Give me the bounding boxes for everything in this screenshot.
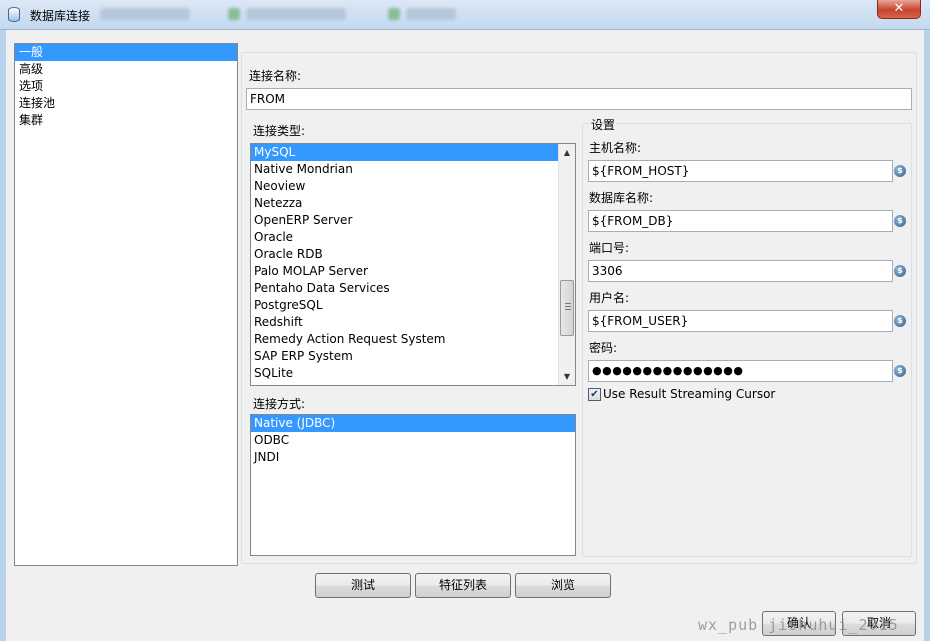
database-icon xyxy=(8,7,20,22)
list-item[interactable]: Pentaho Data Services xyxy=(251,280,575,297)
list-item[interactable]: PostgreSQL xyxy=(251,297,575,314)
access-method-label: 连接方式: xyxy=(253,397,306,411)
watermark: wx_pub jishuhui_2015 xyxy=(698,616,899,634)
category-item-clustering[interactable]: 集群 xyxy=(15,112,237,129)
variable-icon[interactable]: $ xyxy=(894,365,906,377)
category-item-options[interactable]: 选项 xyxy=(15,78,237,95)
settings-caption: 设置 xyxy=(589,116,618,133)
database-name-input[interactable]: ${FROM_DB} xyxy=(588,210,893,232)
password-label: 密码: xyxy=(589,341,618,355)
list-item[interactable]: Native (JDBC) xyxy=(251,415,575,432)
feature-list-button[interactable]: 特征列表 xyxy=(415,573,511,598)
test-button[interactable]: 测试 xyxy=(315,573,411,598)
category-item-pooling[interactable]: 连接池 xyxy=(15,95,237,112)
password-input[interactable]: ●●●●●●●●●●●●●●● xyxy=(588,360,893,382)
variable-icon[interactable]: $ xyxy=(894,265,906,277)
scroll-down-arrow-icon[interactable]: ▼ xyxy=(559,368,575,385)
database-name-label: 数据库名称: xyxy=(589,191,654,205)
list-item[interactable]: Netezza xyxy=(251,195,575,212)
connection-type-scrollbar[interactable]: ▲ ▼ xyxy=(558,144,575,385)
list-item[interactable]: Oracle xyxy=(251,229,575,246)
connection-name-input[interactable]: FROM xyxy=(246,88,912,110)
list-item[interactable]: SAP ERP System xyxy=(251,348,575,365)
host-label: 主机名称: xyxy=(589,141,642,155)
list-item[interactable]: OpenERP Server xyxy=(251,212,575,229)
variable-icon[interactable]: $ xyxy=(894,215,906,227)
background-taskbar-tabs xyxy=(100,6,460,22)
list-item[interactable]: JNDI xyxy=(251,449,575,466)
general-panel: 连接名称: FROM 连接类型: MySQL Native Mondrian N… xyxy=(241,52,917,564)
list-item[interactable]: Remedy Action Request System xyxy=(251,331,575,348)
list-item[interactable]: Palo MOLAP Server xyxy=(251,263,575,280)
access-method-list: Native (JDBC) ODBC JNDI xyxy=(250,414,576,556)
streaming-cursor-checkbox[interactable]: ✔ xyxy=(588,388,601,401)
port-input[interactable]: 3306 xyxy=(588,260,893,282)
username-input[interactable]: ${FROM_USER} xyxy=(588,310,893,332)
streaming-cursor-label[interactable]: Use Result Streaming Cursor xyxy=(603,387,775,401)
title-bar: 数据库连接 ✕ xyxy=(0,0,930,30)
variable-icon[interactable]: $ xyxy=(894,315,906,327)
settings-group: 设置 主机名称: ${FROM_HOST} $ 数据库名称: ${FROM_DB… xyxy=(582,116,912,557)
scroll-thumb[interactable] xyxy=(560,280,574,336)
close-icon: ✕ xyxy=(893,1,905,16)
explore-button[interactable]: 浏览 xyxy=(515,573,611,598)
username-label: 用户名: xyxy=(589,291,630,305)
variable-icon[interactable]: $ xyxy=(894,165,906,177)
category-list: 一般 高级 选项 连接池 集群 xyxy=(14,43,238,566)
list-item[interactable]: MySQL xyxy=(251,144,558,161)
list-item[interactable]: SQLite xyxy=(251,365,575,382)
list-item[interactable]: ODBC xyxy=(251,432,575,449)
category-item-general[interactable]: 一般 xyxy=(15,44,237,61)
list-item[interactable]: Oracle RDB xyxy=(251,246,575,263)
host-input[interactable]: ${FROM_HOST} xyxy=(588,160,893,182)
port-label: 端口号: xyxy=(589,241,630,255)
connection-type-list: MySQL Native Mondrian Neoview Netezza Op… xyxy=(250,143,576,386)
close-button[interactable]: ✕ xyxy=(877,0,921,19)
category-item-advanced[interactable]: 高级 xyxy=(15,61,237,78)
list-item[interactable]: Native Mondrian xyxy=(251,161,575,178)
scroll-up-arrow-icon[interactable]: ▲ xyxy=(559,144,575,161)
dialog-body: 一般 高级 选项 连接池 集群 连接名称: FROM 连接类型: MySQL N… xyxy=(6,30,924,641)
list-item[interactable]: Neoview xyxy=(251,178,575,195)
window-title: 数据库连接 xyxy=(30,9,91,23)
connection-name-label: 连接名称: xyxy=(249,69,302,83)
connection-type-label: 连接类型: xyxy=(253,124,306,138)
list-item[interactable]: Redshift xyxy=(251,314,575,331)
